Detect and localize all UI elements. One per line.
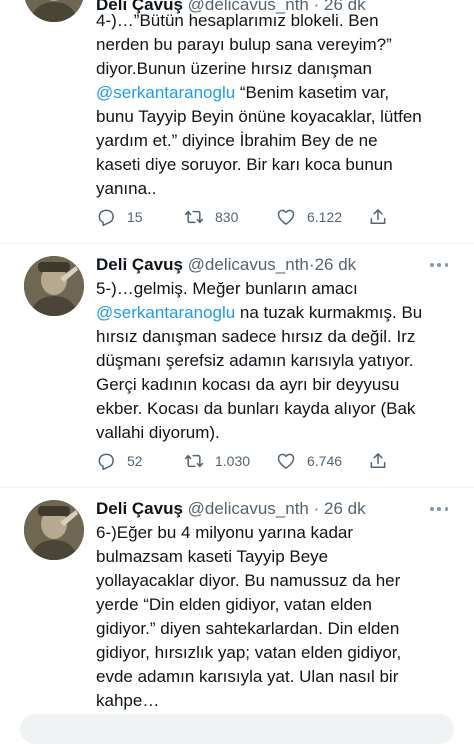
more-icon[interactable]: [430, 497, 448, 521]
author-name[interactable]: Deli Çavuş: [96, 255, 183, 274]
tweet-header: Deli Çavuş @delicavus_nth · 26 dk: [96, 497, 366, 521]
author-name[interactable]: Deli Çavuş: [96, 499, 183, 518]
retweet-count: 830: [215, 209, 239, 225]
reply-count: 15: [127, 209, 143, 225]
reply-count: 52: [127, 453, 143, 469]
tweet-actions: 15 830 6.122: [92, 205, 392, 229]
text-line: bulmazsam kaseti Tayyip Beye: [96, 547, 329, 566]
tweet-5[interactable]: Deli Çavuş @delicavus_nth·26 dk 5-)…gelm…: [0, 244, 474, 487]
text-line: vallahi diyorum).: [96, 423, 220, 442]
share-icon: [370, 453, 386, 468]
text-line: 4-)…”Bütün hesaplarımız blokeli. Ben: [96, 11, 379, 30]
text-line: nerden bu parayı bulup sana vereyim?”: [96, 35, 392, 54]
tweet-time[interactable]: 26 dk: [324, 499, 366, 518]
text-line: diyor.Bunun üzerine hırsız danışman: [96, 59, 372, 78]
avatar-image: [24, 0, 84, 22]
retweet-icon: [184, 210, 204, 224]
text-line: bunu Tayyip Beyin önüne koyacaklar, lütf…: [96, 107, 422, 126]
reply-button[interactable]: 15: [96, 205, 143, 229]
like-count: 6.746: [307, 453, 343, 469]
tweet-text: 5-)…gelmiş. Meğer bunların amacı @serkan…: [96, 277, 456, 445]
author-handle[interactable]: @delicavus_nth: [188, 255, 309, 274]
text-fragment: “Benim kasetim var,: [235, 83, 390, 102]
author-handle[interactable]: @delicavus_nth: [188, 499, 309, 518]
text-line: düşmanı şerefsiz adamın karısıyla yatıyo…: [96, 351, 414, 370]
tweet-4[interactable]: Deli Çavuş @delicavus_nth · 26 dk 4-)…”B…: [0, 0, 474, 243]
text-line: @serkantaranoglu na tuzak kurmakmış. Bu: [96, 301, 456, 325]
text-line: yollayacaklar diyor. Bu namussuz da her: [96, 571, 401, 590]
retweet-button[interactable]: 830: [184, 205, 238, 229]
avatar-image: [24, 500, 84, 560]
reply-button[interactable]: 52: [96, 449, 143, 473]
share-icon: [370, 209, 386, 224]
tweet-text: 6-)Eğer bu 4 milyonu yarına kadar bulmaz…: [96, 521, 456, 713]
tweet-actions: 52 1.030 6.746: [92, 449, 392, 473]
avatar-image: [24, 256, 84, 316]
heart-icon: [277, 453, 295, 469]
compose-bar[interactable]: [20, 714, 454, 744]
like-button[interactable]: 6.746: [276, 449, 342, 473]
heart-icon: [277, 209, 295, 225]
mention-link[interactable]: @serkantaranoglu: [96, 83, 235, 102]
more-icon[interactable]: [430, 253, 448, 277]
text-line: yerde “Din elden gidiyor, vatan elden: [96, 595, 372, 614]
text-line: 6-)Eğer bu 4 milyonu yarına kadar: [96, 523, 354, 542]
share-button[interactable]: [368, 449, 388, 473]
text-line: kaseti diye soruyor. Bir karı koca bunun: [96, 155, 393, 174]
avatar[interactable]: [24, 0, 84, 22]
tweet-text: 4-)…”Bütün hesaplarımız blokeli. Ben ner…: [96, 9, 456, 201]
avatar[interactable]: [24, 500, 84, 560]
like-count: 6.122: [307, 209, 343, 225]
text-line: gidiyor, hırsızlık yap; vatan elden gidi…: [96, 643, 402, 662]
text-line: kahpe…: [96, 691, 160, 710]
text-line: ekber. Kocası da bunları kayda alıyor (B…: [96, 399, 416, 418]
separator-dot: ·: [313, 499, 320, 518]
text-line: yanına..: [96, 179, 157, 198]
tweet-header: Deli Çavuş @delicavus_nth·26 dk: [96, 253, 356, 277]
reply-icon: [98, 209, 114, 227]
mention-link[interactable]: @serkantaranoglu: [96, 303, 235, 322]
text-line: yardım et.” diyince İbrahim Bey de ne: [96, 131, 378, 150]
text-fragment: na tuzak kurmakmış. Bu: [235, 303, 423, 322]
text-line: evde adamın karısıyla yat. Ulan nasıl bi…: [96, 667, 399, 686]
text-line: hırsız danışman sadece hırsız da değil. …: [96, 327, 416, 346]
text-line: 5-)…gelmiş. Meğer bunların amacı: [96, 279, 358, 298]
retweet-count: 1.030: [215, 453, 251, 469]
like-button[interactable]: 6.122: [276, 205, 342, 229]
text-line: @serkantaranoglu “Benim kasetim var,: [96, 81, 456, 105]
avatar[interactable]: [24, 256, 84, 316]
share-button[interactable]: [368, 205, 388, 229]
text-line: gidiyor.” diyen sahtekarlardan. Din elde…: [96, 619, 400, 638]
tweet-time[interactable]: 26 dk: [315, 255, 357, 274]
reply-icon: [98, 453, 114, 471]
text-line: Gerçi kadının kocası da ayrı bir deyyusu: [96, 375, 400, 394]
retweet-button[interactable]: 1.030: [184, 449, 250, 473]
retweet-icon: [184, 454, 204, 468]
tweet-6[interactable]: Deli Çavuş @delicavus_nth · 26 dk 6-)Eğe…: [0, 488, 474, 727]
